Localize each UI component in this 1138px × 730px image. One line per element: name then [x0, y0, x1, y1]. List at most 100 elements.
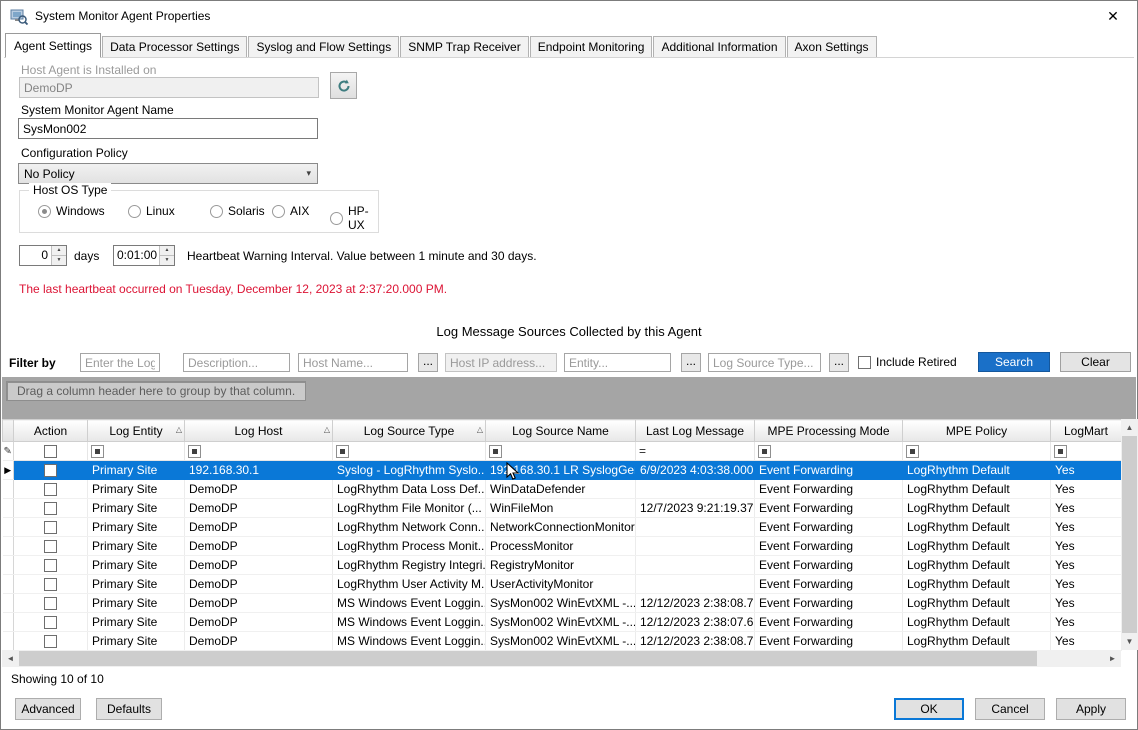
log-source-type-filter-input[interactable]: [708, 353, 821, 372]
row-checkbox[interactable]: [44, 521, 57, 534]
cell-entity: Primary Site: [88, 499, 185, 518]
stepper-down-icon[interactable]: ▼: [160, 256, 174, 265]
entity-browse-button[interactable]: ...: [681, 353, 701, 372]
heartbeat-days-stepper[interactable]: 0 ▲ ▼: [19, 245, 67, 266]
radio-linux[interactable]: Linux: [128, 204, 175, 218]
stepper-up-icon[interactable]: ▲: [52, 246, 66, 256]
description-filter-input[interactable]: [183, 353, 290, 372]
advanced-button[interactable]: Advanced: [15, 698, 81, 720]
cell-last: 12/12/2023 2:38:08.7...: [636, 594, 755, 613]
select-all-checkbox[interactable]: [44, 445, 57, 458]
table-row[interactable]: Primary SiteDemoDPLogRhythm Network Conn…: [3, 518, 1122, 537]
row-checkbox[interactable]: [44, 616, 57, 629]
scroll-left-icon[interactable]: ◄: [2, 650, 19, 667]
defaults-button[interactable]: Defaults: [96, 698, 162, 720]
cell-logmart: Yes: [1051, 613, 1122, 632]
filter-cell-log-entity[interactable]: [88, 442, 185, 461]
table-row[interactable]: ▶Primary Site192.168.30.1Syslog - LogRhy…: [3, 461, 1122, 480]
stepper-down-icon[interactable]: ▼: [52, 256, 66, 265]
column-header-label: LogMart: [1064, 424, 1108, 438]
horizontal-scrollbar[interactable]: ◄ ►: [2, 650, 1121, 667]
row-checkbox[interactable]: [44, 635, 57, 648]
ok-button[interactable]: OK: [894, 698, 964, 720]
row-checkbox[interactable]: [44, 483, 57, 496]
row-checkbox[interactable]: [44, 540, 57, 553]
cell-type: LogRhythm Registry Integri...: [333, 556, 486, 575]
apply-button[interactable]: Apply: [1056, 698, 1126, 720]
filter-cell-log-source-type[interactable]: [333, 442, 486, 461]
row-checkbox[interactable]: [44, 464, 57, 477]
tab-agent-settings[interactable]: Agent Settings: [5, 33, 101, 58]
filter-cell-last-log-message[interactable]: =: [636, 442, 755, 461]
checkbox-icon: [858, 356, 871, 369]
configuration-policy-dropdown[interactable]: No Policy ▾: [18, 163, 318, 184]
table-row[interactable]: Primary SiteDemoDPMS Windows Event Loggi…: [3, 613, 1122, 632]
heartbeat-interval-stepper[interactable]: 0:01:00 ▲ ▼: [113, 245, 175, 266]
tab-axon-settings[interactable]: Axon Settings: [787, 36, 877, 57]
vertical-scrollbar[interactable]: ▲ ▼: [1121, 419, 1138, 650]
row-checkbox[interactable]: [44, 559, 57, 572]
cell-last: [636, 575, 755, 594]
table-row[interactable]: Primary SiteDemoDPLogRhythm Registry Int…: [3, 556, 1122, 575]
tab-strip: Agent SettingsData Processor SettingsSys…: [4, 34, 1134, 58]
host-name-filter-input[interactable]: [298, 353, 408, 372]
radio-hp-ux[interactable]: HP-UX: [330, 204, 378, 232]
column-header-mpe-policy[interactable]: MPE Policy: [903, 420, 1051, 442]
refresh-host-agent-button[interactable]: [330, 72, 357, 99]
filter-cell-mpe-policy[interactable]: [903, 442, 1051, 461]
radio-aix[interactable]: AIX: [272, 204, 309, 218]
cell-mode: Event Forwarding: [755, 575, 903, 594]
group-by-hint: Drag a column header here to group by th…: [6, 381, 306, 401]
radio-windows[interactable]: Windows: [38, 204, 105, 218]
sort-asc-icon: △: [176, 425, 182, 434]
table-row[interactable]: Primary SiteDemoDPLogRhythm User Activit…: [3, 575, 1122, 594]
vertical-scroll-thumb[interactable]: [1122, 436, 1137, 633]
entity-filter-input[interactable]: [564, 353, 671, 372]
column-header-logmart[interactable]: LogMart: [1051, 420, 1122, 442]
column-header-action[interactable]: Action: [14, 420, 88, 442]
include-retired-checkbox[interactable]: Include Retired: [858, 355, 957, 369]
host-name-browse-button[interactable]: ...: [418, 353, 438, 372]
tab-snmp-trap-receiver[interactable]: SNMP Trap Receiver: [400, 36, 528, 57]
log-source-filter-input[interactable]: [80, 353, 160, 372]
filter-cell-mpe-processing-mode[interactable]: [755, 442, 903, 461]
table-row[interactable]: Primary SiteDemoDPMS Windows Event Loggi…: [3, 632, 1122, 651]
cancel-button[interactable]: Cancel: [975, 698, 1045, 720]
column-header-last-log-message[interactable]: Last Log Message: [636, 420, 755, 442]
column-header-mpe-processing-mode[interactable]: MPE Processing Mode: [755, 420, 903, 442]
scroll-right-icon[interactable]: ►: [1104, 650, 1121, 667]
cell-host: DemoDP: [185, 556, 333, 575]
radio-solaris[interactable]: Solaris: [210, 204, 265, 218]
row-checkbox[interactable]: [44, 597, 57, 610]
table-row[interactable]: Primary SiteDemoDPLogRhythm Process Moni…: [3, 537, 1122, 556]
tab-endpoint-monitoring[interactable]: Endpoint Monitoring: [530, 36, 653, 57]
column-header-log-source-name[interactable]: Log Source Name: [486, 420, 636, 442]
table-row[interactable]: Primary SiteDemoDPLogRhythm Data Loss De…: [3, 480, 1122, 499]
column-header-log-entity[interactable]: Log Entity△: [88, 420, 185, 442]
agent-name-input[interactable]: [18, 118, 318, 139]
scroll-down-icon[interactable]: ▼: [1121, 633, 1138, 650]
tab-data-processor-settings[interactable]: Data Processor Settings: [102, 36, 247, 57]
filter-cell-log-source-name[interactable]: [486, 442, 636, 461]
tab-additional-information[interactable]: Additional Information: [653, 36, 785, 57]
horizontal-scroll-thumb[interactable]: [19, 651, 1037, 666]
column-header-log-source-type[interactable]: Log Source Type△: [333, 420, 486, 442]
column-header-log-host[interactable]: Log Host△: [185, 420, 333, 442]
row-indicator-cell: [3, 575, 14, 594]
filter-cell-logmart[interactable]: [1051, 442, 1122, 461]
tab-syslog-and-flow-settings[interactable]: Syslog and Flow Settings: [248, 36, 399, 57]
search-button[interactable]: Search: [978, 352, 1050, 372]
row-checkbox[interactable]: [44, 578, 57, 591]
stepper-up-icon[interactable]: ▲: [160, 246, 174, 256]
scroll-up-icon[interactable]: ▲: [1121, 419, 1138, 436]
table-row[interactable]: Primary SiteDemoDPLogRhythm File Monitor…: [3, 499, 1122, 518]
filter-cell-action[interactable]: [14, 442, 88, 461]
filter-cell-log-host[interactable]: [185, 442, 333, 461]
cell-type: LogRhythm Data Loss Def...: [333, 480, 486, 499]
table-row[interactable]: Primary SiteDemoDPMS Windows Event Loggi…: [3, 594, 1122, 613]
log-source-type-browse-button[interactable]: ...: [829, 353, 849, 372]
clear-button[interactable]: Clear: [1060, 352, 1131, 372]
row-checkbox[interactable]: [44, 502, 57, 515]
cell-type: LogRhythm Process Monit...: [333, 537, 486, 556]
close-icon[interactable]: ✕: [1091, 1, 1135, 31]
